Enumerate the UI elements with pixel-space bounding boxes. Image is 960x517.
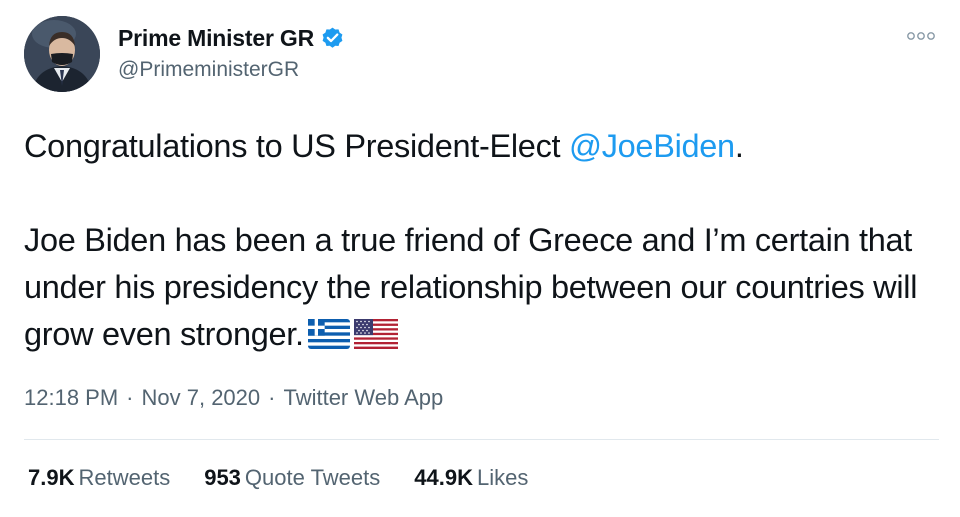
tweet-date[interactable]: Nov 7, 2020 <box>142 385 261 411</box>
tweet-stats: 7.9K Retweets 953 Quote Tweets 44.9K Likes <box>28 465 562 491</box>
author-handle[interactable]: @PrimeministerGR <box>118 58 345 82</box>
tweet-body-paragraph: Joe Biden has been a true friend of Gree… <box>24 217 924 362</box>
more-options-icon <box>907 32 935 40</box>
tweet-text-suffix: . <box>734 128 744 164</box>
likes-label: Likes <box>476 465 529 490</box>
greece-flag-icon <box>307 315 350 362</box>
usa-flag-icon <box>353 315 398 362</box>
display-name-row: Prime Minister GR <box>118 25 345 52</box>
quote-tweets-label: Quote Tweets <box>244 465 381 490</box>
retweets-count: 7.9K <box>28 465 75 490</box>
tweet-text-prefix: Congratulations to US President-Elect <box>24 128 569 164</box>
quote-tweets-stat[interactable]: 953 Quote Tweets <box>204 465 380 491</box>
meta-separator: · <box>126 385 134 410</box>
mention-link[interactable]: @JoeBiden <box>569 128 735 164</box>
tweet-meta: 12:18 PM · Nov 7, 2020 · Twitter Web App <box>24 385 443 411</box>
tweet-time[interactable]: 12:18 PM <box>24 385 118 411</box>
tweet-card: Prime Minister GR @PrimeministerGR Congr… <box>0 0 960 517</box>
tweet-line-congratulations: Congratulations to US President-Elect @J… <box>24 123 924 170</box>
display-name[interactable]: Prime Minister GR <box>118 25 314 52</box>
retweets-label: Retweets <box>78 465 171 490</box>
author-info: Prime Minister GR @PrimeministerGR <box>118 25 345 82</box>
tweet-text: Congratulations to US President-Elect @J… <box>24 123 924 362</box>
likes-stat[interactable]: 44.9K Likes <box>414 465 528 491</box>
quote-tweets-count: 953 <box>204 465 241 490</box>
avatar[interactable] <box>24 16 100 92</box>
tweet-body-text: Joe Biden has been a true friend of Gree… <box>24 222 918 352</box>
divider <box>24 439 939 440</box>
profile-photo-icon <box>24 16 100 92</box>
retweets-stat[interactable]: 7.9K Retweets <box>28 465 170 491</box>
more-options-button[interactable] <box>903 24 939 48</box>
meta-separator: · <box>268 385 276 410</box>
likes-count: 44.9K <box>414 465 473 490</box>
tweet-source[interactable]: Twitter Web App <box>283 385 443 411</box>
verified-badge-icon <box>320 26 345 51</box>
